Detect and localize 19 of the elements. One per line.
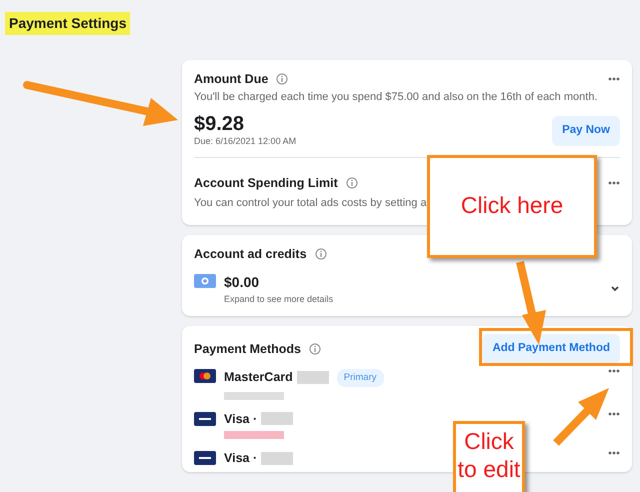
section-title: Account Spending Limit [194, 174, 338, 192]
credit-amount: $0.00 [224, 272, 260, 292]
spending-limit-description: You can control your total ads costs by setting a [194, 196, 427, 208]
card-name: MasterCard [224, 370, 293, 385]
section-title: Account ad credits [194, 246, 307, 263]
card-name: Visa · [224, 412, 258, 426]
charge-description: You'll be charged each time you spend $75.00 and also on the 16th of each month. [194, 90, 598, 105]
card-name: Visa · [224, 451, 258, 466]
amount-due-value: $9.28 [194, 113, 246, 136]
due-date: Due: 6/16/2021 12:00 AM [194, 135, 296, 148]
expand-hint: Expand to see more details [224, 292, 334, 306]
section-title: Payment Methods [194, 340, 301, 358]
callout: Click to edit [453, 421, 525, 492]
page-title: Payment Settings [5, 12, 130, 35]
primary-badge: Primary [336, 368, 384, 387]
add-payment-method-button[interactable]: Add Payment Method [482, 334, 620, 364]
section-title: Amount Due [194, 71, 268, 88]
pay-now-button[interactable]: Pay Now [552, 116, 620, 146]
callout: Click here [427, 155, 597, 258]
